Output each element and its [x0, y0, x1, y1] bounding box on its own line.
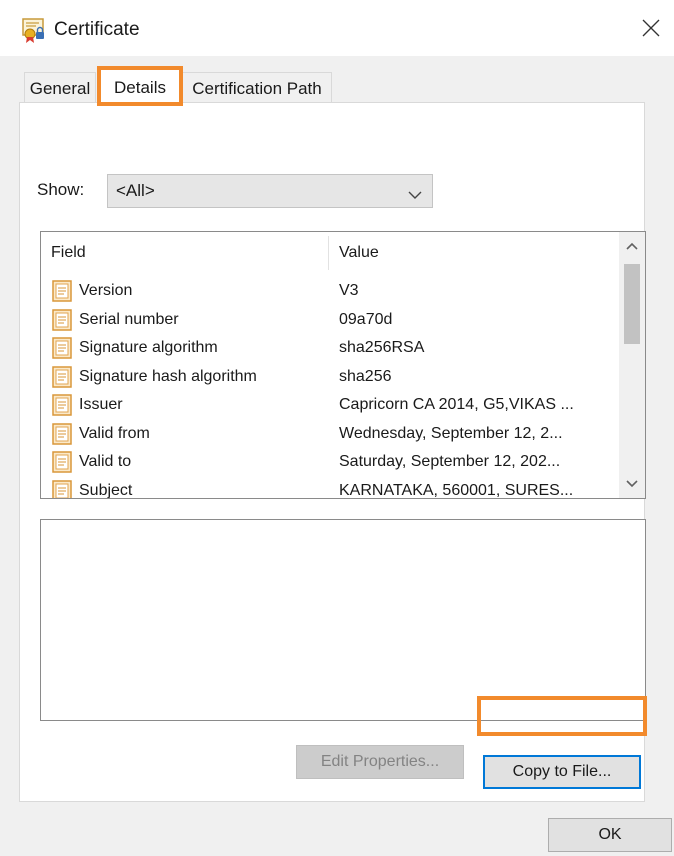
title-bar: Certificate [0, 0, 674, 56]
field-doc-icon [52, 280, 72, 302]
field-doc-icon [52, 337, 72, 359]
field-value: Saturday, September 12, 202... [339, 453, 561, 470]
show-dropdown[interactable]: <All> [107, 174, 433, 208]
field-name: Valid to [79, 453, 132, 470]
tab-general[interactable]: General [24, 72, 96, 104]
close-icon [642, 19, 660, 37]
dialog-body: General Details Certification Path Show:… [0, 56, 674, 856]
scroll-down-button[interactable] [619, 470, 645, 498]
window-title: Certificate [54, 19, 140, 40]
ok-label: OK [598, 826, 622, 843]
list-item[interactable]: Serial number 09a70d [41, 307, 618, 335]
field-doc-icon [52, 480, 72, 498]
show-selected-value: <All> [116, 181, 155, 200]
close-button[interactable] [628, 0, 674, 56]
column-header-value[interactable]: Value [339, 244, 379, 262]
list-item[interactable]: Signature algorithm sha256RSA [41, 335, 618, 363]
list-item[interactable]: Issuer Capricorn CA 2014, G5,VIKAS ... [41, 392, 618, 420]
list-scrollbar[interactable] [619, 232, 645, 498]
field-doc-icon [52, 451, 72, 473]
field-name: Signature hash algorithm [79, 368, 257, 385]
copy-to-file-label: Copy to File... [512, 763, 612, 780]
ok-button[interactable]: OK [548, 818, 672, 852]
field-value: Wednesday, September 12, 2... [339, 425, 563, 442]
field-name: Valid from [79, 425, 150, 442]
scroll-thumb[interactable] [624, 264, 640, 344]
edit-properties-label: Edit Properties... [320, 753, 440, 770]
column-header-field[interactable]: Field [51, 244, 86, 262]
chevron-down-icon [626, 480, 638, 488]
field-doc-icon [52, 366, 72, 388]
field-name: Serial number [79, 311, 179, 328]
field-name: Subject [79, 482, 133, 499]
tab-general-label: General [29, 78, 91, 98]
column-divider[interactable] [328, 236, 329, 270]
field-name: Version [79, 282, 133, 299]
field-value: V3 [339, 282, 359, 299]
tab-certification-path[interactable]: Certification Path [182, 72, 332, 104]
field-value: 09a70d [339, 311, 393, 328]
field-doc-icon [52, 423, 72, 445]
field-doc-icon [52, 309, 72, 331]
show-label: Show: [37, 180, 85, 199]
list-item[interactable]: Signature hash algorithm sha256 [41, 364, 618, 392]
tab-certification-path-label: Certification Path [192, 78, 322, 98]
list-item[interactable]: Valid to Saturday, September 12, 202... [41, 449, 618, 477]
field-value: sha256RSA [339, 339, 425, 356]
certificate-icon [22, 18, 46, 44]
fields-list[interactable]: Field Value Version V3 Serial number 09a… [40, 231, 646, 499]
chevron-down-icon [408, 185, 422, 205]
chevron-up-icon [626, 242, 638, 250]
edit-properties-button[interactable]: Edit Properties... [296, 745, 464, 779]
details-panel: Show: <All> Field Value Version V3 Seria… [19, 102, 646, 802]
field-doc-icon [52, 394, 72, 416]
field-value: Capricorn CA 2014, G5,VIKAS ... [339, 396, 574, 413]
field-value: sha256 [339, 368, 392, 385]
field-name: Issuer [79, 396, 123, 413]
list-item[interactable]: Version V3 [41, 278, 618, 306]
field-name: Signature algorithm [79, 339, 218, 356]
scroll-up-button[interactable] [619, 232, 645, 260]
list-header: Field Value [41, 232, 618, 272]
tab-details-label: Details [114, 77, 166, 97]
list-item[interactable]: Subject KARNATAKA, 560001, SURES... [41, 478, 618, 499]
list-item[interactable]: Valid from Wednesday, September 12, 2... [41, 421, 618, 449]
field-value-detail-box[interactable] [40, 519, 646, 721]
copy-to-file-button[interactable]: Copy to File... [483, 755, 641, 789]
field-value: KARNATAKA, 560001, SURES... [339, 482, 574, 499]
tab-details[interactable]: Details [100, 68, 180, 106]
